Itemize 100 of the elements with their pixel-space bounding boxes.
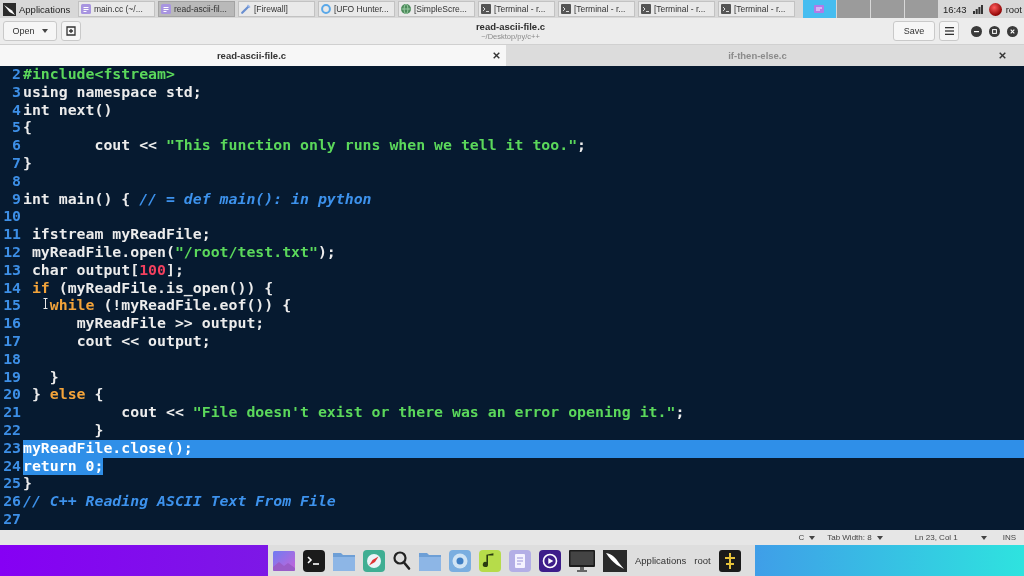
language-dropdown[interactable]: C: [798, 531, 816, 544]
window-title: read-ascii-file.c: [475, 21, 546, 32]
line-number: 10: [2, 208, 21, 227]
terminal-icon: [720, 4, 731, 14]
code-line: ifstream myReadFile;: [31, 226, 211, 244]
line-number: 20: [2, 386, 21, 405]
code-line: } else {: [31, 386, 104, 405]
line-number: 27: [2, 510, 21, 529]
window-button[interactable]: main.cc (~/...: [77, 1, 155, 17]
menu-button[interactable]: [939, 21, 959, 41]
orb-icon[interactable]: [988, 2, 1002, 16]
close-icon[interactable]: [999, 52, 1006, 59]
search-icon[interactable]: [393, 550, 411, 571]
document-icon: [80, 4, 91, 14]
tab[interactable]: read-ascii-file.c: [0, 45, 506, 66]
line-number: 6: [11, 137, 21, 155]
input-mode-label: INS: [1002, 533, 1016, 542]
close-icon[interactable]: [493, 52, 500, 59]
line-number: 24: [2, 457, 21, 476]
code-line: int next(): [23, 101, 113, 120]
window-button[interactable]: [Terminal - r...: [637, 1, 715, 17]
code-line: cout << "This function only runs when we tell it too.";: [94, 137, 587, 155]
line-number: 8: [11, 172, 21, 191]
user-label: root: [694, 555, 711, 566]
window-button[interactable]: [UFO Hunter...: [317, 1, 395, 17]
open-button[interactable]: Open: [3, 21, 57, 41]
terminal-icon: [640, 4, 651, 14]
clock-text: 16:43: [942, 3, 967, 15]
web-browser-icon[interactable]: [449, 549, 471, 572]
line-number: 7: [11, 155, 21, 173]
code-line: if (myReadFile.is_open()) {: [31, 279, 274, 298]
line-number: 19: [2, 368, 21, 387]
minimize-icon[interactable]: [971, 25, 982, 37]
window-button[interactable]: [Terminal - r...: [477, 1, 555, 17]
window-button[interactable]: [SimpleScre...: [397, 1, 475, 17]
play-icon[interactable]: [539, 549, 561, 572]
code-line: // C++ Reading ASCII Text From File: [23, 493, 336, 511]
caret-icon: [809, 535, 816, 540]
line-number: 16: [2, 315, 21, 333]
line-number: 12: [2, 243, 21, 262]
menu-icon: [944, 27, 954, 35]
line-number: 5: [11, 119, 21, 138]
badge-logo-icon[interactable]: [718, 549, 741, 572]
terminal-icon: [560, 4, 571, 14]
line-number: 2: [11, 66, 21, 84]
code-line: }: [49, 368, 59, 387]
applications-menu-button[interactable]: Applications: [2, 1, 75, 17]
window-thumbnail-icon: [814, 5, 825, 13]
music-note-icon[interactable]: [479, 549, 501, 572]
line-number: 26: [2, 493, 21, 511]
signal-icon: [972, 4, 983, 14]
code-line: using namespace std;: [23, 83, 202, 102]
line-number: 9: [11, 190, 21, 209]
ring-icon: [320, 4, 331, 14]
terminal-icon: [480, 4, 491, 14]
app-logo-icon[interactable]: [603, 549, 627, 572]
caret-icon: [876, 535, 883, 540]
code-line: #include<fstream>: [23, 66, 175, 84]
maximize-icon[interactable]: [989, 25, 1000, 37]
add-tab-icon: [66, 26, 76, 36]
code-line: }: [94, 421, 104, 440]
code-line: int main() { // = def main(): in python: [23, 190, 372, 209]
code-line: }: [23, 155, 32, 173]
line-number: 4: [11, 101, 21, 120]
new-tab-button[interactable]: [61, 21, 81, 41]
line-number: 17: [2, 332, 21, 351]
photo-app-icon[interactable]: [273, 549, 295, 572]
line-number: 11: [2, 226, 21, 244]
code-line: char output[100];: [31, 261, 184, 280]
text-cursor-icon: [43, 298, 48, 309]
app-logo-icon: [3, 2, 16, 16]
code-editor[interactable]: [0, 66, 1024, 530]
line-number: 22: [2, 421, 21, 440]
window-button[interactable]: [Terminal - r...: [557, 1, 635, 17]
cursor-position-dropdown[interactable]: Ln 23, Col 1: [914, 531, 987, 544]
tab-width-dropdown[interactable]: Tab Width: 8: [827, 531, 883, 544]
window-button[interactable]: [Firewall]: [237, 1, 315, 17]
compass-icon[interactable]: [363, 549, 385, 572]
caret-icon: [980, 535, 987, 540]
monitor-icon[interactable]: [569, 549, 595, 572]
user-label: root: [1005, 3, 1022, 15]
code-line: cout << output;: [76, 332, 211, 351]
code-line: cout << "File doesn't exist or there was an error opening it.";: [121, 404, 685, 422]
code-line: {: [23, 119, 32, 138]
line-number: 15: [2, 297, 21, 316]
save-button[interactable]: Save: [893, 21, 935, 41]
line-number: 21: [2, 404, 21, 422]
code-line: myReadFile >> output;: [76, 315, 265, 333]
code-line: }: [23, 475, 32, 494]
code-line: myReadFile.open("/root/test.txt");: [31, 243, 336, 262]
terminal-icon[interactable]: [303, 549, 325, 572]
window-button[interactable]: read-ascii-fil...: [157, 1, 235, 17]
line-number: 3: [11, 83, 21, 102]
document-icon: [160, 4, 171, 14]
window-button[interactable]: [Terminal - r...: [717, 1, 795, 17]
code-line: while (!myReadFile.eof()) {: [49, 297, 292, 316]
line-number: 14: [2, 279, 21, 298]
line-number: 18: [2, 350, 21, 369]
close-icon[interactable]: [1007, 25, 1018, 37]
applications-menu[interactable]: Applications: [635, 555, 687, 566]
